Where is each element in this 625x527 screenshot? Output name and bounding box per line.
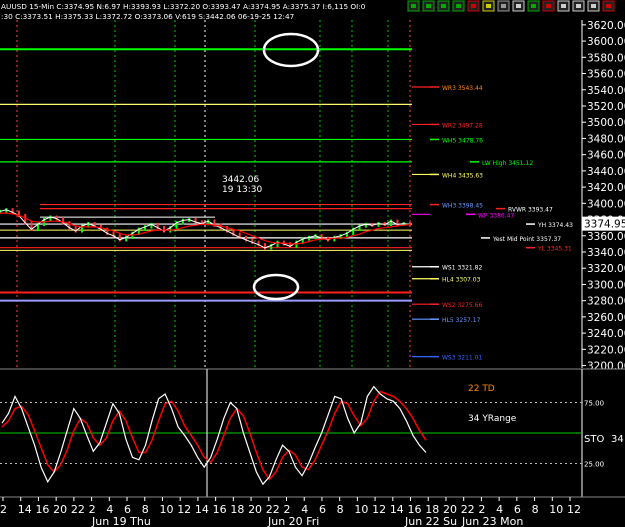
- crosshair-icon[interactable]: [482, 0, 495, 12]
- day-label: Jun 19 Thu: [91, 515, 151, 527]
- hour-tick: 12: [567, 503, 581, 516]
- osc-tick: 25.00: [584, 461, 604, 469]
- level-label: WH3 3398.45: [442, 203, 483, 210]
- level-label: WH5 3478.76: [442, 137, 483, 144]
- price-tick: 3420.00: [587, 182, 625, 194]
- price-tick: 3300.00: [587, 279, 625, 291]
- level-label: Yest Mid Point 3357.37: [492, 236, 561, 243]
- price-tick: 3480.00: [587, 133, 625, 145]
- price-tick: 3580.00: [587, 52, 625, 64]
- price-tick: 3560.00: [587, 69, 625, 81]
- td-label: 22 TD: [468, 384, 495, 394]
- level-label: HL4 3307.03: [442, 277, 481, 284]
- price-tick: 3400.00: [587, 198, 625, 210]
- close-icon[interactable]: [602, 0, 615, 12]
- hour-tick: 20: [248, 503, 262, 516]
- annotation-price: 3442.06: [222, 175, 259, 185]
- price-tick: 3460.00: [587, 150, 625, 162]
- hour-tick: 16: [213, 503, 227, 516]
- close-icon[interactable]: [542, 0, 555, 12]
- price-tick: 3280.00: [587, 296, 625, 308]
- price-chart: AUUSD 15-Min C:3374.95 N:6.97 H:3393.93 …: [0, 0, 625, 527]
- hour-tick: 10: [159, 503, 173, 516]
- day-label: Jun 22 Su: [404, 515, 457, 527]
- indicator-value: 34: [611, 434, 624, 445]
- hour-tick: 16: [35, 503, 49, 516]
- hour-tick: 2: [0, 503, 7, 516]
- price-tick: 3600.00: [587, 36, 625, 48]
- level-label: WP 3386.47: [478, 212, 514, 219]
- level-label: WH4 3435.63: [442, 172, 483, 179]
- level-label: WR2 3497.28: [442, 122, 483, 129]
- level-label: WS2 3275.66: [442, 302, 482, 309]
- flag-icon[interactable]: [407, 0, 420, 12]
- hour-tick: 18: [230, 503, 244, 516]
- level-label: LW High 3451.12: [482, 160, 533, 167]
- day-label: Jun 23 Mon: [461, 515, 523, 527]
- price-tick: 3260.00: [587, 312, 625, 324]
- annotation-time: 19 13:30: [222, 185, 263, 195]
- hour-tick: 10: [549, 503, 563, 516]
- day-label: Jun 20 Fri: [267, 515, 319, 527]
- down-icon[interactable]: [452, 0, 465, 12]
- price-tick: 3540.00: [587, 85, 625, 97]
- level-label: WS1 3321.82: [442, 265, 482, 272]
- price-tick: 3620.00: [587, 20, 625, 32]
- hour-tick: 20: [53, 503, 67, 516]
- indicator-label: STO: [584, 434, 604, 445]
- hour-tick: 22: [71, 503, 85, 516]
- level-label: HL5 3257.17: [442, 317, 481, 324]
- hour-tick: 14: [18, 503, 32, 516]
- add-icon[interactable]: [422, 0, 435, 12]
- price-tick: 3500.00: [587, 117, 625, 129]
- hour-tick: 14: [195, 503, 209, 516]
- yrange-label: 34 YRange: [468, 414, 517, 424]
- price-tick: 3220.00: [587, 344, 625, 356]
- price-tick: 3340.00: [587, 247, 625, 259]
- price-tick: 3360.00: [587, 231, 625, 243]
- hour-tick: 8: [337, 503, 344, 516]
- cursor-icon[interactable]: [512, 0, 525, 12]
- level-label: YH 3374.43: [537, 222, 573, 229]
- hour-tick: 10: [354, 503, 368, 516]
- current-price-label: 3374.95: [584, 219, 625, 231]
- level-label: YL 3345.31: [537, 246, 572, 253]
- price-tick: 3240.00: [587, 328, 625, 340]
- hour-tick: 12: [177, 503, 191, 516]
- minimize-icon[interactable]: [572, 0, 585, 12]
- add-icon[interactable]: [527, 0, 540, 12]
- header-line1: AUUSD 15-Min C:3374.95 N:6.97 H:3393.93 …: [1, 2, 366, 11]
- restore-icon[interactable]: [587, 0, 600, 12]
- hour-tick: 6: [319, 503, 326, 516]
- price-tick: 3520.00: [587, 101, 625, 113]
- window-icon[interactable]: [557, 0, 570, 12]
- osc-tick: 75.00: [584, 400, 604, 408]
- hour-tick: 14: [390, 503, 404, 516]
- price-tick: 3440.00: [587, 166, 625, 178]
- grid-icon[interactable]: [497, 0, 510, 12]
- header-line2: :30 C:3373.51 H:3375.33 L:3372.72 O:3373…: [1, 12, 295, 21]
- level-label: WR3 3543.44: [442, 85, 483, 92]
- close-icon[interactable]: [467, 0, 480, 12]
- hour-tick: 8: [532, 503, 539, 516]
- level-label: WS3 3211.01: [442, 355, 482, 362]
- price-tick: 3320.00: [587, 263, 625, 275]
- level-label: RVWR 3393.47: [508, 207, 553, 214]
- hour-tick: 12: [372, 503, 386, 516]
- up-icon[interactable]: [437, 0, 450, 12]
- price-tick: 3200.00: [587, 361, 625, 373]
